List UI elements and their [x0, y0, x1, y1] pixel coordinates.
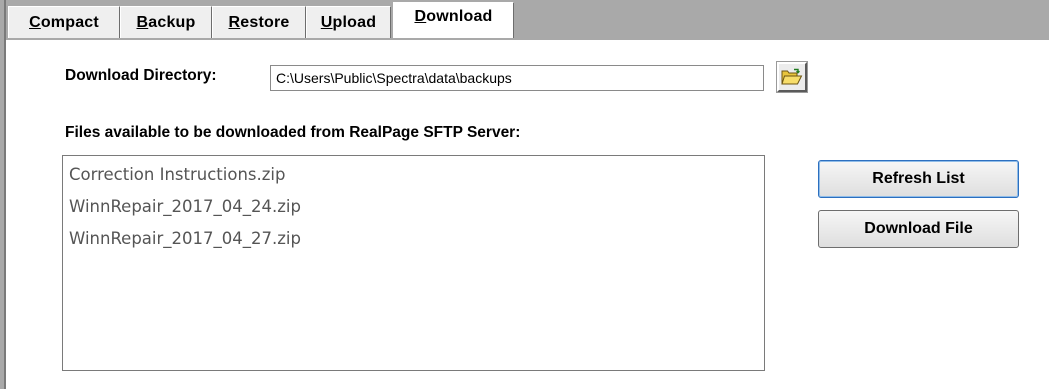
tab-download-mnemonic: D: [414, 8, 427, 25]
tab-download-label: ownload: [426, 8, 493, 25]
tab-backup-label: ackup: [148, 13, 196, 31]
tab-upload-label: pload: [332, 13, 377, 31]
refresh-list-button[interactable]: Refresh List: [818, 160, 1019, 198]
list-item[interactable]: WinnRepair_2017_04_27.zip: [69, 223, 764, 255]
tab-upload[interactable]: Upload: [306, 6, 391, 38]
download-directory-label: Download Directory:: [65, 67, 217, 84]
list-item[interactable]: Correction Instructions.zip: [69, 159, 764, 191]
open-folder-icon: [781, 68, 803, 85]
download-directory-input[interactable]: [270, 65, 764, 91]
tab-compact[interactable]: Compact: [8, 6, 120, 38]
files-listbox[interactable]: Correction Instructions.zip WinnRepair_2…: [62, 155, 765, 371]
window-left-edge: [0, 0, 6, 389]
tab-compact-label: ompact: [40, 13, 99, 31]
tab-backup-mnemonic: B: [136, 13, 149, 31]
list-item[interactable]: WinnRepair_2017_04_24.zip: [69, 191, 764, 223]
tab-compact-mnemonic: C: [29, 13, 41, 31]
download-file-button[interactable]: Download File: [818, 210, 1019, 248]
tab-restore[interactable]: Restore: [212, 6, 306, 38]
tab-upload-mnemonic: U: [320, 13, 333, 31]
tab-bar: Compact Backup Restore Upload Download: [8, 2, 514, 38]
tab-download[interactable]: Download: [393, 2, 514, 38]
tab-restore-label: estore: [240, 13, 290, 31]
tab-restore-mnemonic: R: [228, 13, 241, 31]
tab-backup[interactable]: Backup: [120, 6, 212, 38]
files-available-label: Files available to be downloaded from Re…: [65, 124, 521, 141]
browse-folder-button[interactable]: [777, 62, 807, 92]
